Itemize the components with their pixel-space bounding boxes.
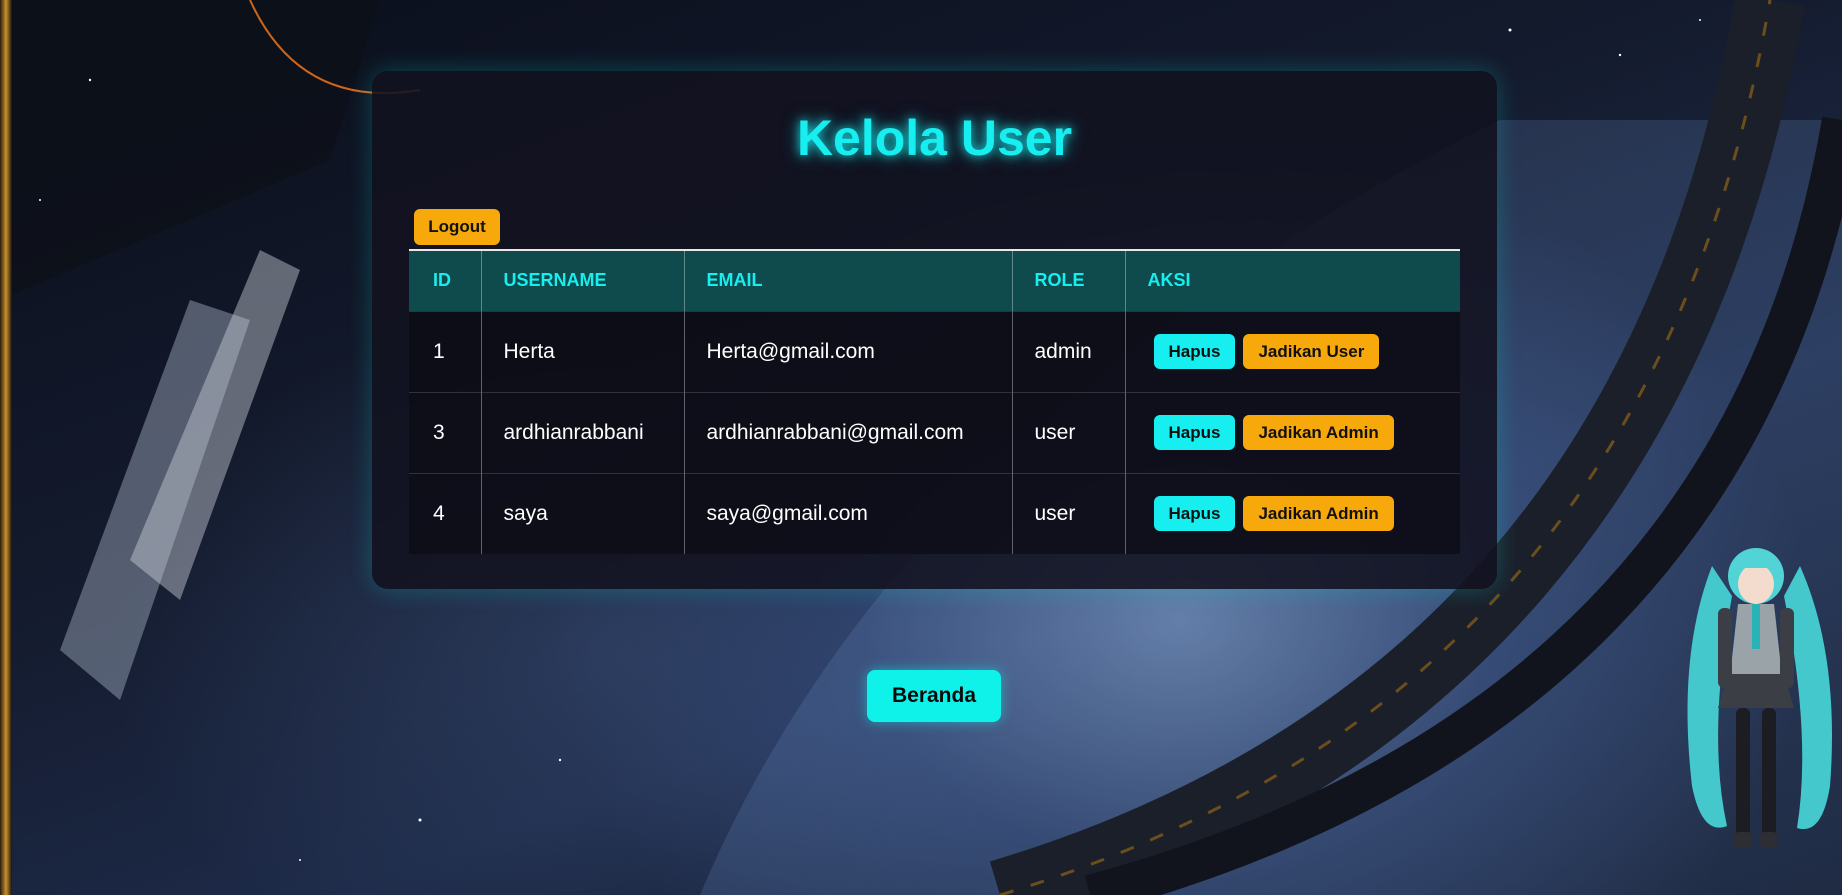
cell-actions: Hapus Jadikan Admin bbox=[1124, 391, 1460, 473]
cell-username: ardhianrabbani bbox=[480, 391, 684, 473]
column-header-actions: AKSI bbox=[1124, 251, 1460, 311]
table-header-row: ID USERNAME EMAIL ROLE AKSI bbox=[409, 251, 1460, 311]
cell-actions: Hapus Jadikan User bbox=[1124, 310, 1460, 392]
cell-role: user bbox=[1011, 472, 1125, 554]
cell-actions: Hapus Jadikan Admin bbox=[1124, 472, 1460, 554]
home-button[interactable]: Beranda bbox=[867, 670, 1001, 722]
cell-email: ardhianrabbani@gmail.com bbox=[683, 391, 1012, 473]
cell-username: Herta bbox=[480, 310, 684, 392]
users-table: ID USERNAME EMAIL ROLE AKSI 1 Herta Hert… bbox=[409, 251, 1460, 554]
table-row: 4 saya saya@gmail.com user Hapus Jadikan … bbox=[409, 472, 1460, 554]
column-header-role: ROLE bbox=[1011, 251, 1125, 311]
cell-email: saya@gmail.com bbox=[683, 472, 1012, 554]
table-row: 1 Herta Herta@gmail.com admin Hapus Jadik… bbox=[409, 310, 1460, 392]
column-header-id: ID bbox=[409, 251, 481, 311]
mascot-character-image bbox=[1687, 548, 1832, 848]
cell-role: user bbox=[1011, 391, 1125, 473]
cell-id: 4 bbox=[409, 472, 481, 554]
column-header-username: USERNAME bbox=[480, 251, 684, 311]
logout-button[interactable]: Logout bbox=[414, 209, 500, 245]
column-header-email: EMAIL bbox=[683, 251, 1012, 311]
change-role-button[interactable]: Jadikan User bbox=[1243, 334, 1380, 369]
cell-id: 1 bbox=[409, 310, 481, 392]
delete-user-button[interactable]: Hapus bbox=[1153, 334, 1236, 369]
cell-role: admin bbox=[1011, 310, 1125, 392]
delete-user-button[interactable]: Hapus bbox=[1153, 496, 1236, 532]
user-management-panel: Kelola User Logout ID USERNAME EMAIL ROL… bbox=[372, 71, 1497, 589]
table-row: 3 ardhianrabbani ardhianrabbani@gmail.co… bbox=[409, 391, 1460, 473]
cell-id: 3 bbox=[409, 391, 481, 473]
cell-email: Herta@gmail.com bbox=[683, 310, 1012, 392]
delete-user-button[interactable]: Hapus bbox=[1153, 415, 1236, 450]
window-edge-decoration bbox=[0, 0, 12, 895]
change-role-button[interactable]: Jadikan Admin bbox=[1243, 415, 1394, 450]
page-title: Kelola User bbox=[796, 110, 1073, 166]
cell-username: saya bbox=[480, 472, 684, 554]
change-role-button[interactable]: Jadikan Admin bbox=[1243, 496, 1394, 532]
